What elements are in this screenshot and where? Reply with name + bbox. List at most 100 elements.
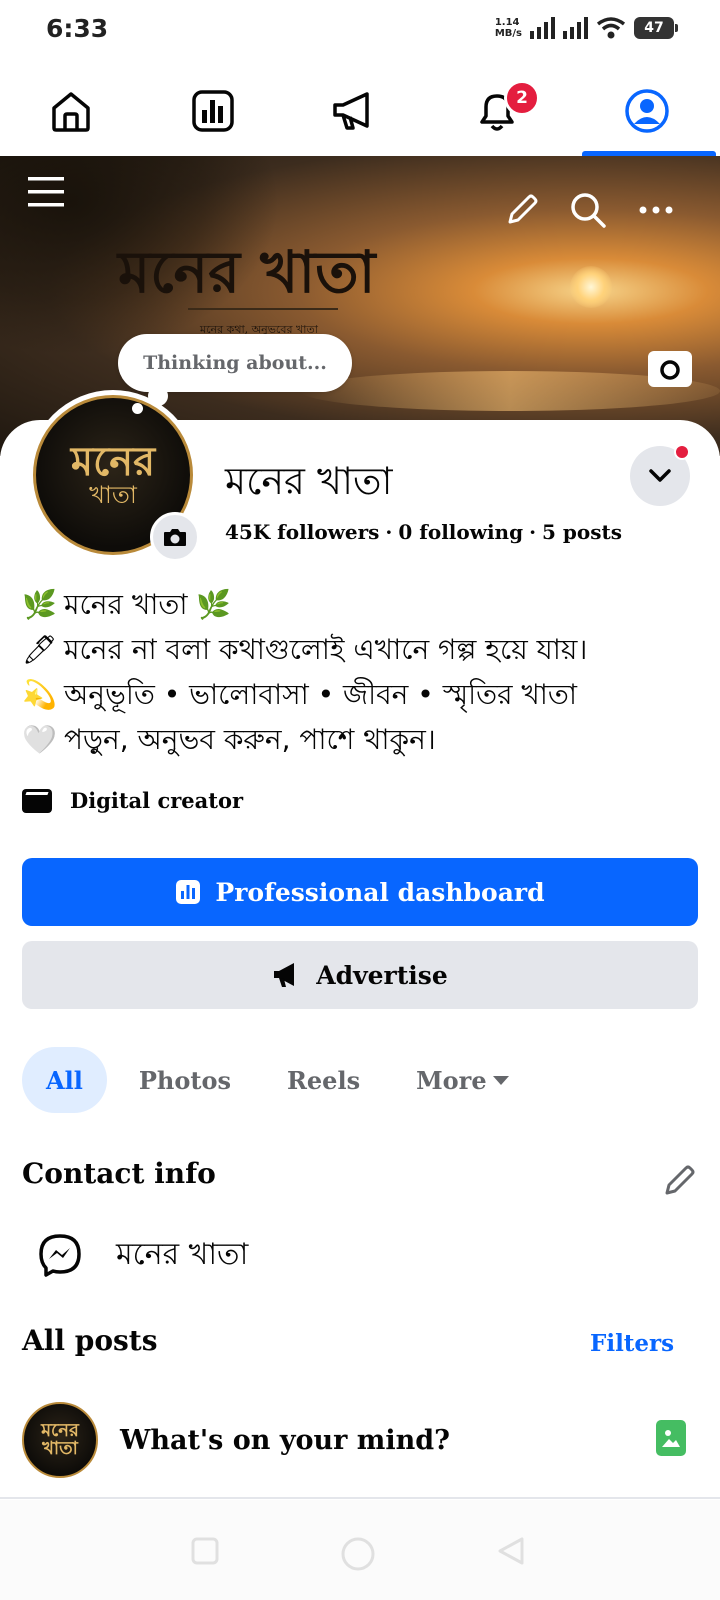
profile-tabs: All Photos Reels More <box>22 1047 533 1113</box>
home-system-button[interactable] <box>340 1536 376 1576</box>
more-dots-icon <box>639 206 673 214</box>
stats-separator: · <box>529 520 537 544</box>
recent-apps-button[interactable] <box>190 1536 220 1570</box>
nav-home[interactable] <box>26 76 116 146</box>
hamburger-icon <box>28 177 64 207</box>
network-speed-unit: MB/s <box>494 28 522 39</box>
followers-count[interactable]: 45K followers <box>225 520 379 544</box>
bio-line: 🌿 মনের খাতা 🌿 <box>22 582 587 627</box>
back-triangle-icon <box>498 1537 524 1565</box>
avatar-camera-button[interactable] <box>150 512 200 562</box>
network-speed: 1.14 MB/s <box>495 17 522 39</box>
dashboard-icon <box>176 880 201 904</box>
cover-sun <box>570 266 612 308</box>
profile-icon <box>625 89 669 133</box>
dizzy-star-icon: 💫 <box>22 678 57 711</box>
pencil-icon <box>665 1165 695 1195</box>
edit-contact-button[interactable] <box>660 1160 700 1200</box>
circle-icon <box>341 1537 375 1571</box>
messenger-icon <box>39 1233 81 1277</box>
nav-notifications[interactable]: 2 <box>452 76 542 146</box>
chevron-down-icon <box>649 469 671 482</box>
camera-icon <box>660 360 680 380</box>
category-label: Digital creator <box>70 788 244 813</box>
advertise-label: Advertise <box>316 960 448 990</box>
white-heart-icon: 🤍 <box>22 723 57 756</box>
composer-avatar: মনের খাতা <box>22 1402 98 1478</box>
system-navigation-bar <box>0 1500 720 1600</box>
wifi-icon <box>596 17 626 39</box>
status-time: 6:33 <box>46 14 109 43</box>
notification-badge: 2 <box>504 80 540 116</box>
divider <box>0 1497 720 1499</box>
clapperboard-icon <box>22 788 52 813</box>
messenger-name: মনের খাতা <box>116 1237 249 1272</box>
profile-stats: 45K followers · 0 following · 5 posts <box>225 520 622 544</box>
edit-cover-button[interactable] <box>502 190 542 230</box>
bio-line: 💫 অনুভূতি • ভালোবাসা • জীবন • স্মৃতির খা… <box>22 672 587 717</box>
avatar-text-line1: মনের <box>70 438 156 485</box>
battery-icon: 47 <box>634 17 678 39</box>
status-indicators: 1.14 MB/s 47 <box>495 16 678 40</box>
megaphone-icon <box>333 92 369 130</box>
bio-line: 🖊 মনের না বলা কথাগুলোই এখানে গল্প হয়ে য… <box>22 627 587 672</box>
signal-icon <box>530 17 555 39</box>
caret-down-icon <box>492 1075 509 1085</box>
cover-divider <box>188 308 338 310</box>
professional-dashboard-button[interactable]: Professional dashboard <box>22 858 698 926</box>
filters-link[interactable]: Filters <box>590 1330 674 1357</box>
tab-label: Photos <box>138 1065 231 1095</box>
bio-text: মনের খাতা 🌿 <box>64 588 232 621</box>
advertise-button[interactable]: Advertise <box>22 941 698 1009</box>
cover-camera-button[interactable] <box>648 351 692 387</box>
bio-text: অনুভূতি • ভালোবাসা • জীবন • স্মৃতির খাতা <box>64 678 578 711</box>
tab-reels[interactable]: Reels <box>263 1047 384 1113</box>
camera-icon <box>164 529 186 546</box>
more-options-button[interactable] <box>636 190 676 230</box>
top-navigation: 2 <box>0 62 720 156</box>
profile-bio: 🌿 মনের খাতা 🌿 🖊 মনের না বলা কথাগুলোই এখা… <box>22 582 587 762</box>
bio-text: পড়ুন, অনুভব করুন, পাশে থাকুন। <box>64 723 436 756</box>
status-bar: 6:33 1.14 MB/s 47 <box>0 0 720 62</box>
composer-placeholder[interactable]: What's on your mind? <box>120 1425 450 1456</box>
bio-line: 🤍 পড়ুন, অনুভব করুন, পাশে থাকুন। <box>22 717 587 762</box>
thought-bubble-dot <box>132 403 143 414</box>
tab-more[interactable]: More <box>392 1047 533 1113</box>
search-button[interactable] <box>568 190 608 230</box>
nav-profile[interactable] <box>602 76 692 146</box>
thought-bubble[interactable]: Thinking about... <box>118 334 352 392</box>
home-icon <box>52 92 90 132</box>
search-icon <box>571 193 606 228</box>
pencil-icon <box>508 194 538 224</box>
contact-info-heading: Contact info <box>22 1157 216 1190</box>
megaphone-icon <box>274 963 295 987</box>
square-icon <box>191 1537 219 1565</box>
professional-dashboard-label: Professional dashboard <box>215 877 545 907</box>
tab-label: All <box>46 1065 83 1095</box>
tab-label: Reels <box>286 1065 361 1095</box>
nav-dashboard[interactable] <box>168 76 258 146</box>
posts-count[interactable]: 5 posts <box>542 520 622 544</box>
all-posts-heading: All posts <box>22 1324 158 1357</box>
profile-name: মনের খাতা <box>225 459 393 503</box>
photo-icon <box>662 1430 680 1447</box>
following-count[interactable]: 0 following <box>398 520 523 544</box>
avatar-text-line2: খাতা <box>89 481 137 509</box>
menu-button[interactable] <box>24 172 68 212</box>
signal-icon-2 <box>563 17 588 39</box>
profile-category: Digital creator <box>22 788 243 813</box>
nav-ads[interactable] <box>310 76 400 146</box>
add-photo-button[interactable] <box>656 1420 686 1456</box>
contact-messenger[interactable]: মনের খাতা <box>36 1230 248 1281</box>
tab-photos[interactable]: Photos <box>115 1047 255 1113</box>
post-composer[interactable]: মনের খাতা What's on your mind? <box>22 1402 698 1478</box>
stats-separator: · <box>385 520 393 544</box>
herb-icon: 🌿 <box>22 588 57 621</box>
bar-chart-icon <box>192 90 234 132</box>
dropdown-notification-dot <box>674 444 690 460</box>
bio-text: মনের না বলা কথাগুলোই এখানে গল্প হয়ে যায… <box>64 633 588 666</box>
cover-title: মনের খাতা <box>118 238 376 306</box>
tab-all[interactable]: All <box>22 1047 107 1113</box>
pen-icon: 🖊 <box>22 633 58 666</box>
back-button[interactable] <box>496 1536 526 1570</box>
